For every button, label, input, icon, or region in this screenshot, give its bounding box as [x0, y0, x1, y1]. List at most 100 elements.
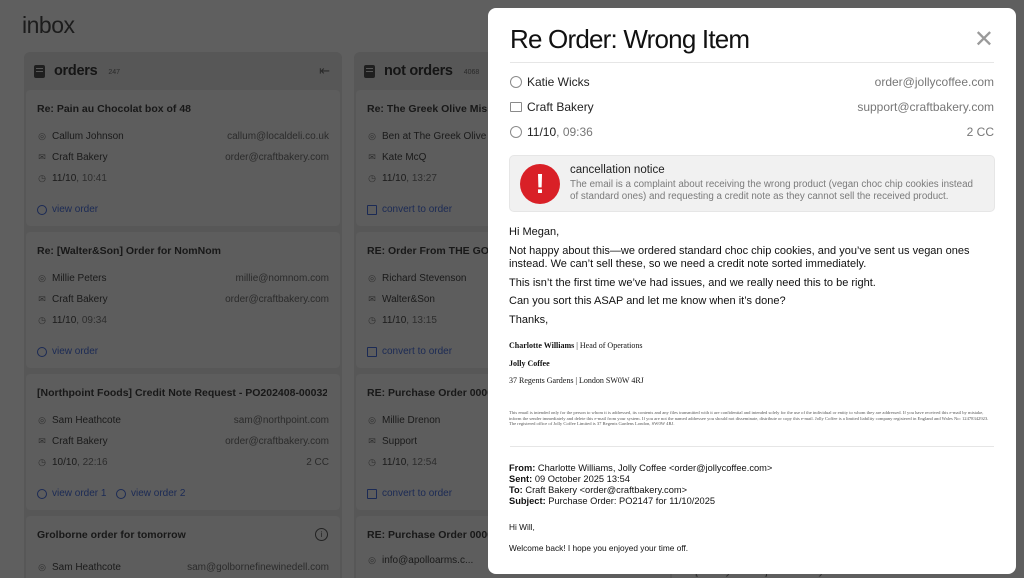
user-icon: ◎	[38, 562, 46, 572]
card-date: 10/10	[52, 456, 78, 468]
envelope-icon: ✉	[38, 436, 46, 446]
card-sender: info@apolloarms.c...	[382, 554, 474, 566]
view-order-icon	[37, 488, 47, 499]
convert-to-order-label: convert to order	[382, 204, 453, 215]
email-sender-name: Katie Wicks	[527, 75, 590, 89]
view-order-label: view order 2	[131, 488, 186, 499]
email-to-name: Craft Bakery	[527, 100, 594, 114]
fwd-subject-label: Subject:	[509, 496, 546, 506]
card-sender: Sam Heathcote	[52, 561, 121, 573]
view-order-label: view order	[52, 204, 99, 215]
email-time: 09:36	[562, 125, 593, 139]
fwd-from: Charlotte Williams, Jolly Coffee <order@…	[535, 463, 773, 473]
card-date-row: ◷ 11/10, 09:34	[38, 314, 107, 326]
card-to-row: ✉ Craft Bakery order@craftbakery.com	[37, 150, 329, 164]
convert-to-order-link[interactable]: convert to order	[367, 346, 452, 357]
card-time: 13:27	[411, 172, 437, 184]
view-order-label: view order	[52, 346, 99, 357]
card-sender-email: millie@nomnom.com	[235, 272, 329, 284]
column-count: 247	[108, 68, 121, 76]
card-to: Craft Bakery	[52, 293, 108, 305]
card-date-row: ◷ 11/10, 10:41	[38, 172, 107, 184]
divider	[510, 446, 994, 447]
email-card[interactable]: [Northpoint Foods] Credit Note Request -…	[26, 374, 340, 510]
clock-icon: ◷	[38, 173, 46, 183]
email-sender-address: order@jollycoffee.com	[874, 75, 994, 89]
close-icon[interactable]: ✕	[974, 28, 994, 52]
alert-icon: !	[520, 164, 560, 204]
card-sender: Callum Johnson	[52, 130, 124, 142]
email-title: Re Order: Wrong Item	[510, 24, 750, 54]
envelope-icon: ✉	[368, 294, 376, 304]
envelope-icon: ✉	[38, 294, 46, 304]
orders-column-header: orders 247 ⇤	[24, 52, 342, 90]
email-cc[interactable]: 2 CC	[967, 125, 994, 139]
card-sender-email: sam@northpoint.com	[233, 414, 329, 426]
column-title: not orders	[384, 63, 453, 79]
inbox-tray-icon	[364, 64, 375, 78]
card-date-row: ◷ 10/10, 22:16 2 CC	[38, 456, 329, 468]
card-sender: Millie Drenon	[382, 414, 441, 426]
card-to-email: order@craftbakery.com	[225, 151, 329, 163]
info-icon[interactable]: i	[315, 528, 328, 541]
body-line: Can you sort this ASAP and let me know w…	[509, 295, 786, 307]
convert-to-order-label: convert to order	[382, 346, 453, 357]
card-to-email: order@craftbakery.com	[225, 293, 329, 305]
column-title: orders	[54, 63, 98, 79]
convert-to-order-link[interactable]: convert to order	[367, 204, 452, 215]
signature-company: Jolly Coffee	[509, 359, 550, 368]
card-time: 22:16	[82, 456, 108, 468]
email-to-row: Craft Bakery support@craftbakery.com	[510, 98, 994, 116]
fwd-subject: Purchase Order: PO2147 for 11/10/2025	[545, 496, 716, 506]
clock-icon: ◷	[368, 315, 376, 325]
card-sender-row: ◎ Sam Heathcote sam@northpoint.com	[37, 413, 329, 427]
collapse-left-icon[interactable]: ⇤	[319, 63, 330, 79]
card-cc: 2 CC	[306, 456, 329, 468]
user-icon: ◎	[368, 131, 376, 141]
view-order-link[interactable]: view order	[37, 204, 98, 215]
card-subject: RE: Purchase Order 000017	[367, 529, 505, 541]
body-line: Hi Megan,	[509, 226, 560, 238]
user-icon: ◎	[368, 555, 376, 565]
fwd-sent-label: Sent:	[509, 474, 533, 484]
view-order-link[interactable]: view order	[37, 346, 98, 357]
email-card[interactable]: Re: [Walter&Son] Order for NomNom ◎ Mill…	[26, 232, 340, 368]
email-to-address: support@craftbakery.com	[857, 100, 994, 114]
card-sender-row: ◎ Sam Heathcote sam@golbornefinewinedell…	[37, 560, 329, 574]
card-subject: RE: Order From THE GOAT	[367, 245, 503, 257]
view-order-icon	[37, 346, 47, 357]
fwd-sent: 09 October 2025 13:54	[532, 474, 630, 484]
convert-icon	[367, 204, 377, 215]
column-count: 4068	[463, 68, 480, 76]
user-icon: ◎	[38, 273, 46, 283]
envelope-icon: ✉	[368, 152, 376, 162]
card-to: Craft Bakery	[52, 151, 108, 163]
forwarded-body-line: Welcome back! I hope you enjoyed your ti…	[509, 543, 689, 553]
email-date-row: 11/10, 09:36 2 CC	[510, 123, 994, 141]
envelope-icon: ✉	[38, 152, 46, 162]
email-card[interactable]: Grolborne order for tomorrow i ◎ Sam Hea…	[26, 516, 340, 578]
card-subject: Grolborne order for tomorrow	[37, 529, 186, 541]
convert-icon	[367, 346, 377, 357]
body-line: This isn’t the first time we’ve had issu…	[509, 276, 876, 289]
card-date: 11/10	[52, 172, 77, 184]
forwarded-greeting: Hi Will,	[509, 522, 535, 532]
email-date: 11/10	[527, 125, 557, 139]
card-date: 11/10	[52, 314, 77, 326]
card-sender: Richard Stevenson	[382, 272, 467, 284]
email-sender-row: Katie Wicks order@jollycoffee.com	[510, 73, 994, 91]
orders-column: orders 247 ⇤ Re: Pain au Chocolat box of…	[24, 52, 342, 578]
view-order-1-link[interactable]: view order 1	[37, 488, 106, 499]
clock-icon: ◷	[368, 173, 376, 183]
card-subject: Re: Pain au Chocolat box of 48	[37, 103, 192, 115]
card-sender: Ben at The Greek Olive	[382, 130, 487, 142]
convert-to-order-link[interactable]: convert to order	[367, 488, 452, 499]
user-icon: ◎	[368, 415, 376, 425]
email-card[interactable]: Re: Pain au Chocolat box of 48 ◎ Callum …	[26, 90, 340, 226]
inbox-tray-icon	[34, 64, 45, 78]
view-order-label: view order 1	[52, 488, 107, 499]
clock-icon	[510, 126, 522, 138]
card-subject: RE: Purchase Order 000017	[367, 387, 505, 399]
fwd-to: Craft Bakery <order@craftbakery.com>	[522, 485, 688, 495]
view-order-2-link[interactable]: view order 2	[116, 488, 185, 499]
